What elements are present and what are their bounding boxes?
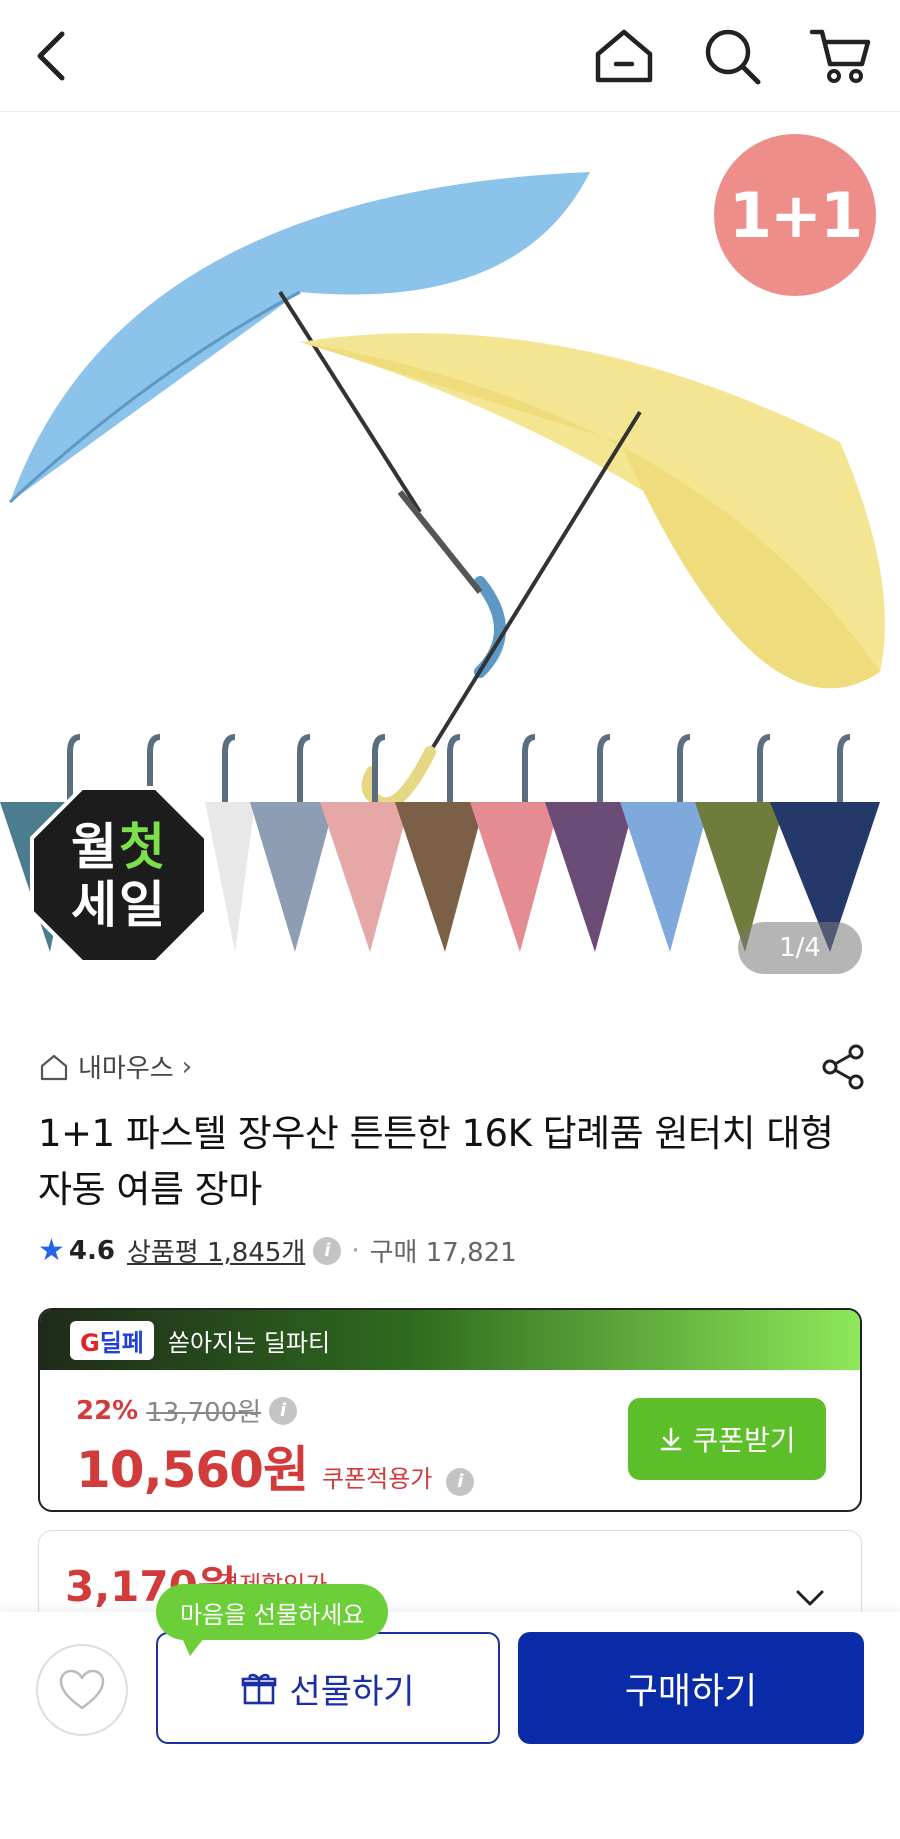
separator-dot: · <box>351 1235 360 1266</box>
first-sale-label: 월첫 세일 <box>71 818 167 934</box>
review-count-link[interactable]: 상품평 1,845개 <box>127 1232 305 1269</box>
info-icon[interactable]: i <box>446 1467 475 1496</box>
gdeal-logo: G딜페 <box>70 1320 154 1360</box>
deal-price-box: G딜페 쏟아지는 딜파티 22% 13,700원 i 10,560원 쿠폰적용가… <box>38 1308 862 1512</box>
carousel-page-indicator: 1/4 <box>738 922 862 974</box>
original-price: 13,700원 <box>146 1398 262 1428</box>
gift-button[interactable]: 선물하기 <box>156 1632 500 1744</box>
deal-header: G딜페 쏟아지는 딜파티 <box>40 1310 860 1370</box>
wishlist-button[interactable] <box>36 1644 128 1736</box>
get-coupon-label: 쿠폰받기 <box>692 1425 796 1456</box>
store-link[interactable]: 내마우스 › <box>38 1048 192 1085</box>
search-icon[interactable] <box>700 24 764 88</box>
rating-row: ★ 4.6 상품평 1,845개 i · 구매 17,821 <box>38 1232 517 1269</box>
discount-row: 22% 13,700원 i <box>76 1392 298 1429</box>
purchase-count: 구매 17,821 <box>369 1238 517 1268</box>
chevron-down-icon[interactable] <box>793 1581 827 1615</box>
info-icon[interactable]: i <box>313 1236 342 1265</box>
gift-button-label: 선물하기 <box>289 1672 415 1711</box>
coupon-price: 10,560원 <box>76 1441 309 1499</box>
product-image-carousel[interactable]: 1+1 월첫 세일 1/4 <box>0 112 900 1010</box>
deal-body: 22% 13,700원 i 10,560원 쿠폰적용가 i 쿠폰받기 <box>40 1370 860 1510</box>
rating-score: 4.6 <box>68 1235 115 1266</box>
product-title: 1+1 파스텔 장우산 튼튼한 16K 답례품 원터치 대형 자동 여름 장마 <box>38 1112 834 1211</box>
star-icon: ★ <box>38 1233 65 1268</box>
coupon-price-row: 10,560원 쿠폰적용가 i <box>76 1430 475 1502</box>
chevron-right-icon: › <box>181 1051 193 1082</box>
one-plus-one-badge: 1+1 <box>714 134 876 296</box>
top-bar <box>0 0 900 112</box>
coupon-price-label: 쿠폰적용가 <box>321 1465 433 1493</box>
get-coupon-button[interactable]: 쿠폰받기 <box>628 1398 826 1480</box>
deal-party-tag: 쏟아지는 딜파티 <box>167 1328 331 1357</box>
home-icon[interactable] <box>592 24 656 88</box>
back-arrow-icon[interactable] <box>22 24 86 88</box>
discount-percent: 22% <box>76 1395 139 1426</box>
gift-tooltip: 마음을 선물하세요 <box>156 1584 389 1656</box>
buy-button[interactable]: 구매하기 <box>518 1632 864 1744</box>
store-name: 내마우스 <box>78 1054 174 1084</box>
cart-icon[interactable] <box>808 24 872 88</box>
info-icon[interactable]: i <box>269 1396 298 1425</box>
bottom-action-bar: 선물하기 구매하기 <box>0 1612 900 1839</box>
store-home-icon <box>40 1054 68 1080</box>
gift-icon <box>242 1673 277 1705</box>
share-icon[interactable] <box>818 1042 868 1092</box>
download-icon <box>661 1427 682 1451</box>
heart-icon <box>59 1669 105 1710</box>
